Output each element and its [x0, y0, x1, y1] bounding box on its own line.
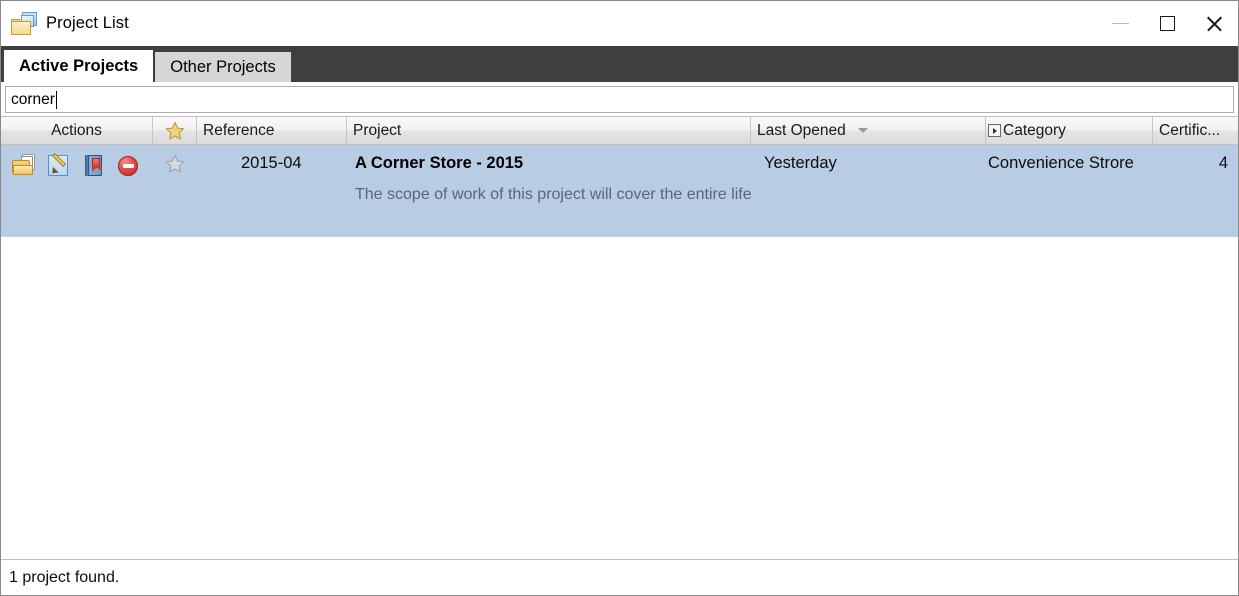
tab-other-projects-label: Other Projects — [170, 57, 276, 76]
search-input[interactable]: corner — [5, 86, 1234, 113]
status-bar: 1 project found. — [1, 559, 1238, 595]
star-gold-icon — [164, 121, 185, 140]
tab-bar: Active Projects Other Projects — [1, 46, 1238, 82]
row-project-description: The scope of work of this project will c… — [355, 186, 751, 203]
tab-active-projects[interactable]: Active Projects — [4, 50, 154, 82]
grid-body: 2015-04 A Corner Store - 2015 The scope … — [1, 145, 1238, 559]
maximize-button[interactable] — [1144, 1, 1191, 46]
table-row[interactable]: 2015-04 A Corner Store - 2015 The scope … — [1, 145, 1238, 237]
maximize-icon — [1160, 16, 1175, 31]
window-title: Project List — [46, 14, 129, 32]
book-icon[interactable] — [82, 154, 105, 177]
tab-other-projects[interactable]: Other Projects — [155, 52, 291, 82]
sort-descending-icon — [857, 128, 868, 133]
column-header-certific-label: Certific... — [1159, 121, 1221, 139]
row-certific: 4 — [1218, 154, 1228, 172]
column-header-certific[interactable]: Certific... — [1153, 117, 1238, 144]
row-reference: 2015-04 — [241, 154, 302, 172]
column-header-project[interactable]: Project — [347, 117, 751, 144]
search-area: corner — [1, 82, 1238, 116]
column-header-last-opened[interactable]: Last Opened — [751, 117, 986, 144]
open-folder-icon[interactable] — [12, 154, 35, 177]
column-menu-icon[interactable] — [988, 124, 1001, 137]
status-text: 1 project found. — [9, 568, 120, 586]
grid-header-row: Actions Reference Project Last Opened Ca… — [1, 117, 1238, 145]
column-header-reference[interactable]: Reference — [197, 117, 347, 144]
row-project-title: A Corner Store - 2015 — [355, 154, 524, 172]
column-header-category-label: Category — [1003, 121, 1066, 139]
star-gray-icon — [165, 154, 185, 173]
column-header-favorite[interactable] — [153, 117, 197, 144]
minimize-icon — [1112, 23, 1129, 24]
column-header-last-opened-label: Last Opened — [757, 121, 846, 139]
row-actions-cell — [1, 145, 153, 236]
window-controls — [1097, 1, 1238, 46]
search-input-value: corner — [11, 90, 55, 108]
text-caret — [55, 90, 58, 109]
project-grid: Actions Reference Project Last Opened Ca… — [1, 116, 1238, 559]
title-bar: Project List — [1, 1, 1238, 46]
close-button[interactable] — [1191, 1, 1238, 46]
close-icon — [1205, 14, 1224, 33]
column-header-reference-label: Reference — [203, 121, 275, 139]
row-favorite-cell[interactable] — [153, 145, 197, 236]
minimize-button[interactable] — [1097, 1, 1144, 46]
tab-active-projects-label: Active Projects — [19, 56, 139, 75]
project-list-window: Project List Active Projects Other Proje… — [0, 0, 1239, 596]
row-project-cell: A Corner Store - 2015 The scope of work … — [347, 145, 751, 236]
edit-pencil-icon[interactable] — [47, 152, 70, 177]
column-header-project-label: Project — [353, 121, 402, 139]
column-header-category[interactable]: Category — [986, 117, 1153, 144]
column-header-actions[interactable]: Actions — [1, 117, 153, 144]
block-icon[interactable] — [117, 154, 140, 177]
row-category: Convenience Strore — [988, 154, 1134, 172]
row-last-opened: Yesterday — [764, 154, 837, 172]
folder-documents-icon — [11, 11, 37, 36]
column-header-actions-label: Actions — [51, 121, 102, 139]
